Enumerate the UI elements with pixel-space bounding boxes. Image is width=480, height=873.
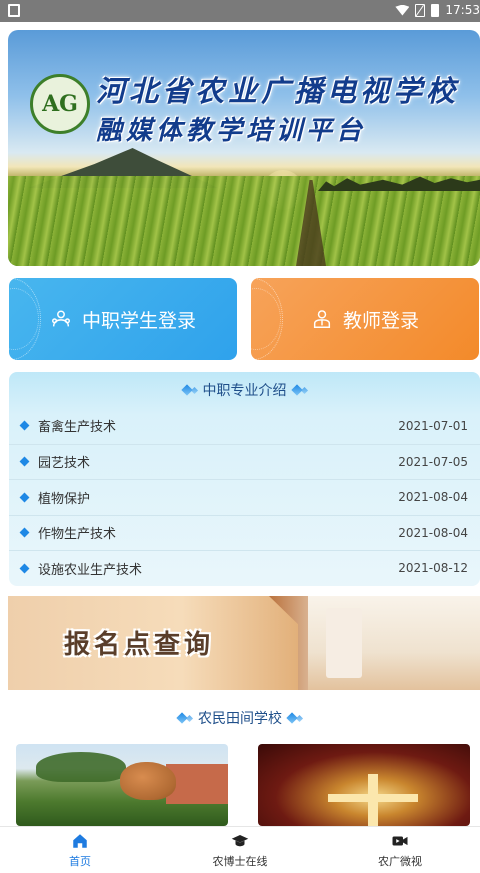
diamond-left-icon bbox=[176, 712, 194, 724]
major-name: 设施农业生产技术 bbox=[38, 562, 143, 578]
registration-point-banner[interactable]: 报名点查询 bbox=[8, 596, 480, 690]
bullet-icon bbox=[19, 527, 30, 538]
banner-subtitle: 融媒体教学培训平台 bbox=[96, 116, 367, 146]
bullet-icon bbox=[19, 492, 30, 503]
major-intro-header: 中职专业介绍 bbox=[9, 372, 480, 408]
list-item[interactable]: 作物生产技术 2021-08-04 bbox=[9, 514, 480, 551]
graduation-cap-icon bbox=[231, 834, 249, 846]
major-name: 植物保护 bbox=[38, 491, 91, 507]
diamond-right-icon bbox=[286, 712, 304, 724]
nav-micro-video-label: 农广微视 bbox=[378, 854, 422, 868]
notification-icon bbox=[8, 4, 20, 17]
major-name: 园艺技术 bbox=[38, 456, 91, 472]
nav-micro-video[interactable]: 农广微视 bbox=[320, 827, 480, 873]
status-time: 17:53 bbox=[445, 3, 480, 17]
major-date: 2021-08-04 bbox=[398, 525, 468, 540]
nav-home-label: 首页 bbox=[69, 854, 91, 868]
diamond-right-icon bbox=[290, 384, 308, 396]
nav-expert-online[interactable]: 农博士在线 bbox=[160, 827, 320, 873]
major-name: 畜禽生产技术 bbox=[38, 420, 117, 436]
major-intro-panel: 中职专业介绍 畜禽生产技术 2021-07-01 园艺技术 2021-07-05… bbox=[9, 372, 480, 586]
no-sim-icon bbox=[415, 3, 426, 17]
banner-title: 河北省农业广播电视学校 bbox=[96, 74, 460, 108]
bullet-icon bbox=[19, 563, 30, 574]
list-item[interactable]: 设施农业生产技术 2021-08-12 bbox=[9, 550, 480, 586]
field-school-card-1[interactable] bbox=[16, 744, 228, 826]
list-item[interactable]: 园艺技术 2021-07-05 bbox=[9, 443, 480, 480]
field-school-card-2[interactable] bbox=[258, 744, 470, 826]
nav-home[interactable]: 首页 bbox=[0, 827, 160, 873]
nav-expert-online-label: 农博士在线 bbox=[212, 854, 268, 868]
major-date: 2021-08-04 bbox=[398, 490, 468, 505]
major-intro-title: 中职专业介绍 bbox=[202, 383, 287, 399]
home-icon bbox=[73, 833, 87, 848]
video-camera-icon bbox=[392, 836, 408, 845]
diamond-left-icon bbox=[180, 384, 198, 396]
teacher-login-button[interactable]: 教师登录 bbox=[251, 278, 479, 360]
list-item[interactable]: 植物保护 2021-08-04 bbox=[9, 479, 480, 515]
wifi-icon bbox=[395, 4, 410, 16]
battery-icon bbox=[431, 3, 440, 17]
major-list: 畜禽生产技术 2021-07-01 园艺技术 2021-07-05 植物保护 2… bbox=[9, 408, 480, 586]
school-logo: AG bbox=[30, 74, 90, 134]
bottom-nav: 首页 农博士在线 农广微视 bbox=[0, 826, 480, 873]
list-item[interactable]: 畜禽生产技术 2021-07-01 bbox=[9, 408, 480, 444]
student-login-button[interactable]: 中职学生登录 bbox=[9, 278, 237, 360]
bullet-icon bbox=[19, 456, 30, 467]
student-icon bbox=[52, 310, 70, 327]
hero-banner[interactable]: AG 河北省农业广播电视学校 融媒体教学培训平台 bbox=[8, 30, 480, 266]
major-date: 2021-07-05 bbox=[398, 454, 468, 469]
teacher-icon bbox=[313, 310, 331, 328]
student-login-label: 中职学生登录 bbox=[81, 309, 196, 332]
major-date: 2021-07-01 bbox=[398, 418, 468, 433]
status-bar: 17:53 bbox=[0, 0, 480, 22]
major-name: 作物生产技术 bbox=[38, 527, 117, 543]
bullet-icon bbox=[19, 420, 30, 431]
field-school-header: 农民田间学校 bbox=[0, 704, 480, 732]
field-school-title: 农民田间学校 bbox=[198, 711, 282, 727]
teacher-login-label: 教师登录 bbox=[342, 309, 419, 332]
major-date: 2021-08-12 bbox=[398, 561, 468, 576]
registration-point-label: 报名点查询 bbox=[64, 630, 215, 660]
